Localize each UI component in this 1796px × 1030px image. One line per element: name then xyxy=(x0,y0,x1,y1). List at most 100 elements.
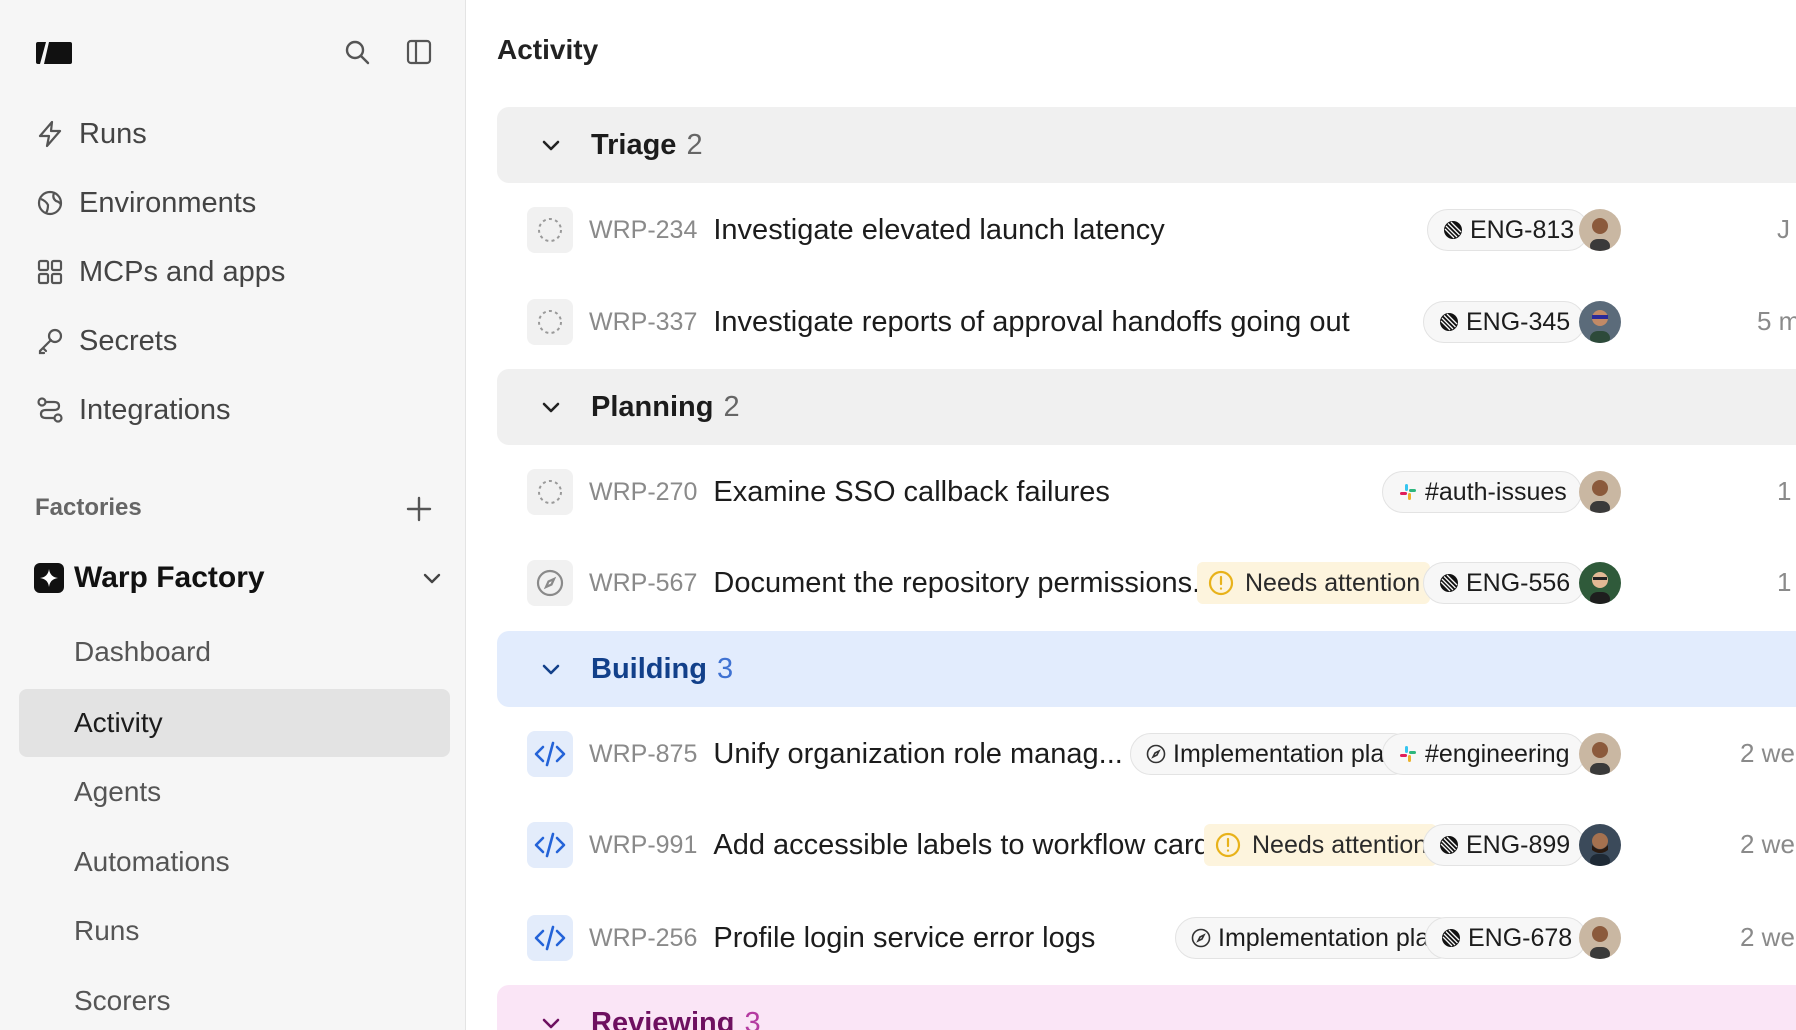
issue-title: Examine SSO callback failures xyxy=(713,475,1110,508)
sidebar-item-runs-sub[interactable]: Runs xyxy=(19,897,450,965)
app-window: Runs Environments MCPs and apps Secrets … xyxy=(0,0,1796,1030)
warp-logo-icon[interactable] xyxy=(34,38,74,68)
tag-label: ENG-678 xyxy=(1468,923,1573,952)
slack-tag[interactable]: #engineering xyxy=(1382,733,1585,775)
sidebar-item-scorers[interactable]: Scorers xyxy=(19,967,450,1030)
relative-time: 5 m xyxy=(1757,306,1796,336)
tag-label: Implementation plan xyxy=(1218,923,1444,952)
chevron-down-icon xyxy=(537,393,565,421)
tag-label: ENG-899 xyxy=(1466,830,1571,859)
issue-id: WRP-270 xyxy=(589,477,698,506)
attention-label: Needs attention xyxy=(1252,830,1428,859)
sidebar: Runs Environments MCPs and apps Secrets … xyxy=(0,0,466,1030)
group-name: Reviewing xyxy=(591,1006,735,1030)
group-name: Triage xyxy=(591,128,677,161)
issue-title: Profile login service error logs xyxy=(713,921,1096,954)
group-header-planning[interactable]: Planning 2 xyxy=(497,369,1796,445)
linear-icon xyxy=(1438,834,1460,856)
relative-time: 1 w xyxy=(1777,476,1796,506)
linear-icon xyxy=(1438,572,1460,594)
sidebar-item-label: Runs xyxy=(79,117,147,150)
activity-row[interactable]: WRP-270 Examine SSO callback failures #a… xyxy=(527,462,1796,522)
search-icon[interactable] xyxy=(341,36,373,68)
linear-tag[interactable]: ENG-556 xyxy=(1423,562,1586,604)
key-icon xyxy=(35,326,65,356)
sidebar-item-integrations[interactable]: Integrations xyxy=(19,377,450,443)
activity-row[interactable]: WRP-256 Profile login service error logs… xyxy=(527,908,1796,968)
linear-tag[interactable]: ENG-345 xyxy=(1423,301,1586,343)
linear-tag[interactable]: ENG-899 xyxy=(1423,824,1586,866)
linear-icon xyxy=(1438,311,1460,333)
factories-heading: Factories xyxy=(35,494,142,521)
sidebar-item-activity[interactable]: Activity xyxy=(19,689,450,757)
issue-id: WRP-234 xyxy=(589,215,698,244)
issue-title: Add accessible labels to workflow cards xyxy=(713,828,1225,861)
code-status-icon xyxy=(527,915,573,961)
globe-icon xyxy=(35,188,65,218)
sidebar-item-agents[interactable]: Agents xyxy=(19,758,450,826)
group-name: Planning xyxy=(591,390,714,423)
add-factory-icon[interactable] xyxy=(404,494,434,524)
tag-label: #engineering xyxy=(1425,739,1570,768)
issue-title: Document the repository permissions... xyxy=(713,566,1217,599)
relative-time: 2 we xyxy=(1740,829,1795,859)
sidebar-item-environments[interactable]: Environments xyxy=(19,170,450,236)
warning-icon xyxy=(1208,570,1234,596)
todo-status-icon xyxy=(527,207,573,253)
activity-row[interactable]: WRP-567 Document the repository permissi… xyxy=(527,553,1796,613)
issue-title: Investigate elevated launch latency xyxy=(713,213,1165,246)
activity-row[interactable]: WRP-337 Investigate reports of approval … xyxy=(527,292,1796,352)
relative-time: J xyxy=(1777,214,1790,244)
activity-row[interactable]: WRP-234 Investigate elevated launch late… xyxy=(527,200,1796,260)
todo-status-icon xyxy=(527,469,573,515)
issue-id: WRP-875 xyxy=(589,739,698,768)
sidebar-item-automations[interactable]: Automations xyxy=(19,828,450,896)
sidebar-item-runs[interactable]: Runs xyxy=(19,101,450,167)
chevron-down-icon[interactable] xyxy=(418,564,446,592)
main-content: Activity Triage 2 WRP-234 Investigate el… xyxy=(467,0,1796,1030)
tag-label: #auth-issues xyxy=(1425,477,1567,506)
compass-icon xyxy=(1190,927,1212,949)
assignee-avatar xyxy=(1579,301,1621,343)
issue-id: WRP-991 xyxy=(589,830,698,859)
plan-tag[interactable]: Implementation plan xyxy=(1130,733,1414,775)
group-count: 3 xyxy=(744,1006,761,1030)
activity-row[interactable]: WRP-875 Unify organization role manag...… xyxy=(527,724,1796,784)
bolt-icon xyxy=(35,119,65,149)
slack-icon xyxy=(1397,743,1419,765)
planning-status-icon xyxy=(527,560,573,606)
code-status-icon xyxy=(527,822,573,868)
group-header-triage[interactable]: Triage 2 xyxy=(497,107,1796,183)
plan-tag[interactable]: Implementation plan xyxy=(1175,917,1459,959)
assignee-avatar xyxy=(1579,917,1621,959)
activity-row[interactable]: WRP-991 Add accessible labels to workflo… xyxy=(527,815,1796,875)
sidebar-item-label: Environments xyxy=(79,186,257,219)
sidebar-toggle-icon[interactable] xyxy=(403,36,435,68)
issue-title: Investigate reports of approval handoffs… xyxy=(713,305,1350,338)
linear-tag[interactable]: ENG-813 xyxy=(1427,209,1590,251)
route-icon xyxy=(35,395,65,425)
needs-attention-badge: Needs attention xyxy=(1204,824,1438,866)
assignee-avatar xyxy=(1579,209,1621,251)
sidebar-item-dashboard[interactable]: Dashboard xyxy=(19,618,450,686)
page-title: Activity xyxy=(497,34,599,65)
linear-tag[interactable]: ENG-678 xyxy=(1425,917,1588,959)
sidebar-item-label: Integrations xyxy=(79,393,231,426)
group-header-reviewing[interactable]: Reviewing 3 xyxy=(497,985,1796,1030)
group-header-building[interactable]: Building 3 xyxy=(497,631,1796,707)
factory-selector[interactable]: Warp Factory xyxy=(34,554,446,602)
sidebar-item-mcps[interactable]: MCPs and apps xyxy=(19,239,450,305)
warning-icon xyxy=(1215,832,1241,858)
issue-id: WRP-256 xyxy=(589,923,698,952)
tag-label: ENG-813 xyxy=(1470,215,1575,244)
tag-label: ENG-556 xyxy=(1466,568,1571,597)
sidebar-item-secrets[interactable]: Secrets xyxy=(19,308,450,374)
group-count: 2 xyxy=(686,128,703,161)
chevron-down-icon xyxy=(537,655,565,683)
linear-icon xyxy=(1440,927,1462,949)
slack-tag[interactable]: #auth-issues xyxy=(1382,471,1582,513)
linear-icon xyxy=(1442,219,1464,241)
relative-time: 1 w xyxy=(1777,567,1796,597)
factory-name: Warp Factory xyxy=(74,561,265,594)
needs-attention-badge: Needs attention xyxy=(1197,562,1431,604)
